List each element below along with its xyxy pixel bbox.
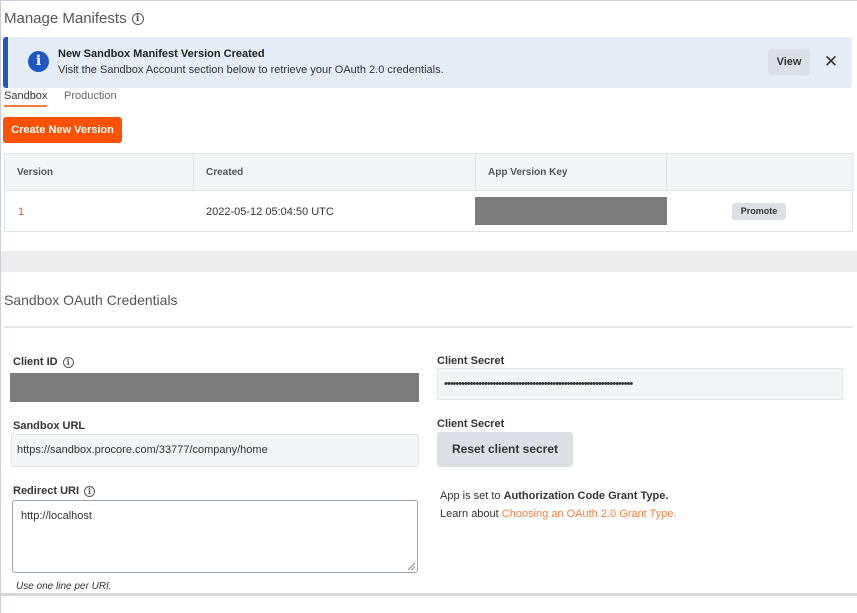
versions-table: Version Created App Version Key 1 2022-0… bbox=[4, 153, 853, 232]
column-header-version: Version bbox=[17, 167, 54, 178]
table-header: Version Created App Version Key bbox=[5, 154, 852, 191]
top-border bbox=[0, 0, 857, 1]
banner-message: Visit the Sandbox Account section below … bbox=[58, 64, 444, 76]
credentials-title: Sandbox OAuth Credentials bbox=[4, 292, 178, 308]
tab-production[interactable]: Production bbox=[64, 90, 117, 102]
column-header-actions bbox=[667, 154, 679, 191]
grant-type-prefix: App is set to bbox=[440, 490, 501, 502]
redirect-uri-value: http://localhost bbox=[21, 510, 92, 522]
redirect-uri-label-text: Redirect URI bbox=[13, 485, 80, 497]
tab-sandbox[interactable]: Sandbox bbox=[4, 90, 48, 107]
info-icon[interactable]: i bbox=[131, 12, 144, 25]
learn-about-line: Learn about Choosing an OAuth 2.0 Grant … bbox=[440, 508, 676, 520]
sandbox-url-label: Sandbox URL bbox=[13, 420, 86, 432]
page-title-text: Manage Manifests bbox=[4, 10, 127, 27]
client-id-label-text: Client ID bbox=[13, 356, 58, 368]
column-header-app-version-key: App Version Key bbox=[488, 167, 568, 178]
grant-type-line: App is set to Authorization Code Grant T… bbox=[440, 490, 668, 502]
client-secret-label: Client Secret bbox=[437, 355, 505, 367]
reset-client-secret-button[interactable]: Reset client secret bbox=[437, 432, 573, 467]
sandbox-url-field[interactable]: https://sandbox.procore.com/33777/compan… bbox=[11, 434, 419, 467]
redirect-uri-hint: Use one line per URI. bbox=[16, 581, 112, 592]
learn-about-prefix: Learn about bbox=[440, 508, 499, 520]
reset-secret-label: Client Secret bbox=[437, 418, 505, 430]
promote-button[interactable]: Promote bbox=[732, 203, 786, 220]
left-border bbox=[0, 0, 1, 613]
client-id-redacted bbox=[10, 373, 419, 402]
bottom-divider bbox=[1, 593, 857, 596]
info-icon[interactable]: i bbox=[84, 485, 96, 497]
redirect-uri-textarea[interactable]: http://localhost bbox=[12, 500, 418, 573]
created-cell: 2022-05-12 05:04:50 UTC bbox=[206, 206, 334, 218]
grant-type-docs-link[interactable]: Choosing an OAuth 2.0 Grant Type. bbox=[502, 508, 677, 520]
manage-manifests-page: Manage Manifests i i New Sandbox Manifes… bbox=[0, 0, 857, 613]
version-link[interactable]: 1 bbox=[18, 192, 24, 232]
close-icon[interactable]: ✕ bbox=[822, 49, 840, 75]
client-id-label: Client ID i bbox=[13, 356, 74, 368]
view-button[interactable]: View bbox=[768, 49, 810, 75]
grant-type-value: Authorization Code Grant Type. bbox=[503, 490, 669, 502]
info-circle-icon: i bbox=[28, 51, 49, 72]
info-icon[interactable]: i bbox=[62, 356, 74, 368]
resize-handle-icon[interactable] bbox=[408, 563, 415, 570]
success-banner: i New Sandbox Manifest Version Created V… bbox=[3, 37, 852, 88]
column-header-created: Created bbox=[206, 167, 244, 178]
create-new-version-button[interactable]: Create New Version bbox=[3, 117, 122, 143]
redirect-uri-label: Redirect URI i bbox=[13, 485, 96, 497]
client-secret-field[interactable]: ••••••••••••••••••••••••••••••••••••••••… bbox=[437, 368, 843, 400]
credentials-divider bbox=[4, 326, 853, 328]
section-divider bbox=[1, 251, 857, 272]
page-title: Manage Manifests i bbox=[4, 10, 144, 27]
banner-title: New Sandbox Manifest Version Created bbox=[58, 48, 265, 60]
app-version-key-redacted bbox=[475, 197, 667, 225]
